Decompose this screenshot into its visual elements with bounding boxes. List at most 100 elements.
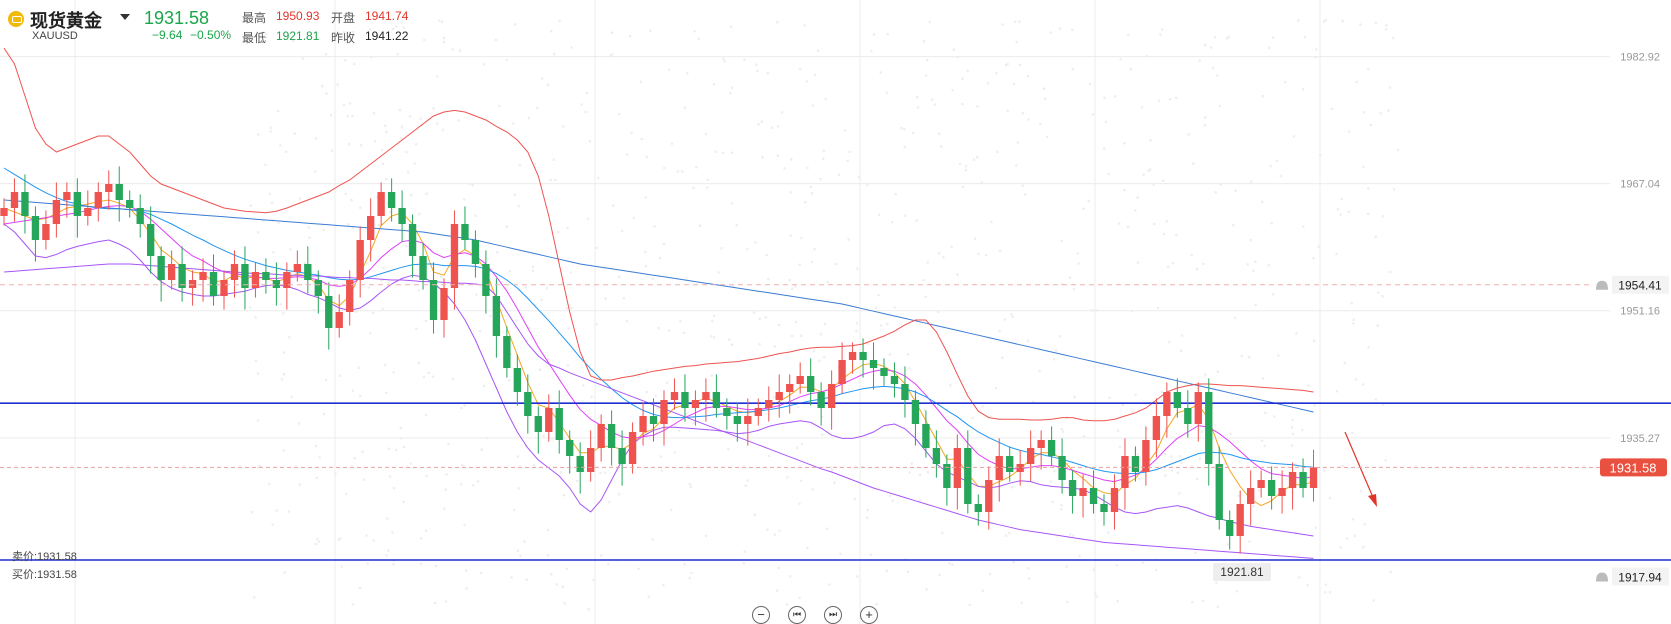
map-dot (1367, 67, 1370, 71)
sell-price: 卖价:1931.58 (12, 551, 77, 563)
map-dot (1339, 213, 1342, 216)
bell-icon (1596, 572, 1608, 582)
map-dot (275, 509, 279, 512)
map-dot (667, 329, 671, 332)
map-dot (835, 262, 838, 266)
map-dot (721, 57, 725, 60)
map-dot (1160, 28, 1164, 31)
map-dot (359, 144, 363, 147)
y-tick-label: 1967.04 (1620, 179, 1660, 191)
map-dot (256, 419, 260, 422)
map-dot (1141, 561, 1145, 564)
candle-body (126, 200, 134, 208)
map-dot (640, 137, 644, 141)
map-dot (586, 217, 590, 221)
map-dot (1260, 439, 1264, 443)
map-dot (755, 63, 758, 66)
map-dot (1204, 116, 1207, 119)
map-dot (435, 122, 439, 125)
map-dot (712, 83, 716, 86)
map-dot (1072, 287, 1076, 291)
map-dot (527, 116, 531, 120)
map-dot (1248, 540, 1251, 543)
map-dot (885, 569, 888, 573)
map-dot (324, 378, 328, 382)
map-dot (575, 479, 579, 483)
map-dot (1363, 522, 1367, 526)
map-dot (248, 284, 252, 288)
chevron-down-icon[interactable] (120, 14, 130, 20)
map-dot (308, 236, 311, 239)
map-dot (714, 150, 717, 153)
map-dot (269, 126, 273, 130)
map-dot (1366, 187, 1370, 190)
candle-body (220, 280, 228, 296)
map-dot (1297, 576, 1301, 579)
map-dot (461, 463, 464, 467)
map-dot (435, 75, 439, 78)
map-dot (277, 221, 280, 225)
map-dot (1295, 332, 1298, 335)
map-dot (1374, 21, 1378, 25)
map-dot (348, 102, 352, 105)
scroll-start-button[interactable]: ⏮ (788, 606, 806, 624)
map-dot (482, 63, 486, 66)
map-dot (1095, 595, 1098, 598)
candle-body (901, 384, 909, 400)
map-dot (1351, 518, 1355, 521)
zoom-in-button[interactable]: + (860, 606, 878, 624)
map-dot (1240, 354, 1243, 358)
map-dot (590, 395, 593, 399)
candle-body (922, 424, 930, 448)
map-dot (679, 320, 682, 323)
candle-body (1058, 456, 1066, 480)
map-dot (692, 421, 695, 425)
candle-body (1027, 448, 1035, 464)
map-dot (981, 589, 985, 592)
map-dot (799, 334, 803, 338)
map-dot (1301, 428, 1304, 432)
map-dot (1115, 564, 1119, 567)
map-dot (717, 271, 720, 274)
support-resistance-lines[interactable] (0, 402, 1671, 561)
map-dot (1179, 455, 1182, 458)
map-dot (617, 275, 621, 279)
map-dot (789, 191, 792, 194)
trend-arrow-annotation (1344, 431, 1377, 507)
candle-body (1288, 472, 1297, 488)
map-dot (706, 178, 709, 182)
map-dot (1026, 339, 1030, 343)
zoom-out-button[interactable]: − (752, 606, 770, 624)
map-dot (1194, 551, 1197, 554)
map-dot (322, 228, 326, 232)
map-dot (916, 106, 920, 109)
map-dot (961, 102, 964, 106)
map-dot (1060, 427, 1064, 431)
candle-body (587, 448, 595, 472)
map-dot (362, 478, 366, 481)
map-dot (314, 542, 317, 546)
open-value: 1941.74 (365, 9, 409, 23)
map-dot (1198, 457, 1202, 460)
map-dot (990, 220, 993, 224)
price-chart[interactable]: 1982.92 1967.04 1951.16 1935.27 1931.58 1954.… (0, 0, 1671, 624)
map-dot (643, 250, 647, 254)
last-price: 1931.58 (144, 8, 210, 28)
candle-body (985, 480, 993, 512)
map-dot (1140, 106, 1144, 109)
map-dot (811, 488, 814, 491)
map-dot (639, 80, 643, 84)
map-dot (256, 231, 260, 234)
map-dot (297, 422, 301, 425)
map-dot (662, 242, 666, 246)
map-dot (392, 486, 396, 490)
map-dot (1324, 18, 1328, 22)
map-dot (998, 329, 1001, 333)
scroll-end-button[interactable]: ⏭ (824, 606, 842, 624)
candle-body (73, 192, 81, 216)
map-dot (1372, 599, 1375, 602)
map-dot (1324, 583, 1328, 586)
map-dot (419, 562, 423, 566)
map-dot (688, 576, 691, 580)
map-dot (1211, 66, 1215, 70)
